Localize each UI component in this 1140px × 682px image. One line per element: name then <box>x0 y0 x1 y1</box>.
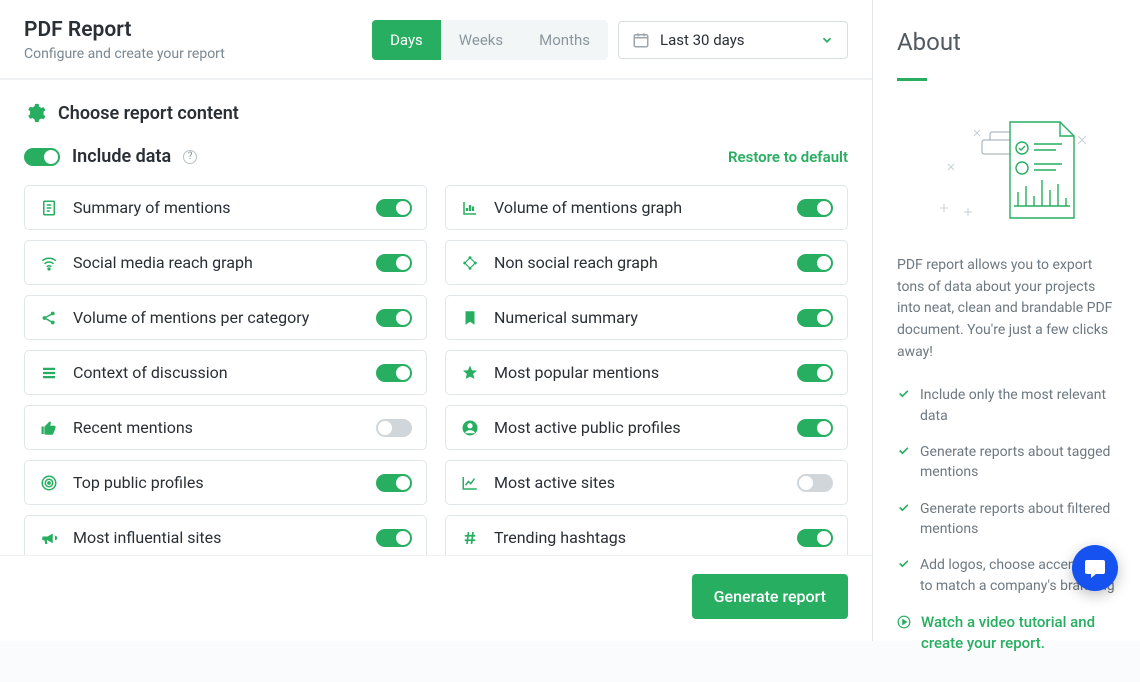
include-data-toggle[interactable] <box>24 148 60 166</box>
option-popular-toggle[interactable] <box>797 364 833 382</box>
period-months-button[interactable]: Months <box>521 20 608 60</box>
about-feature-item: Generate reports about filtered mentions <box>897 499 1116 540</box>
hash-icon <box>460 529 480 547</box>
bookmark-icon <box>460 309 480 327</box>
option-vol-graph: Volume of mentions graph <box>445 185 848 230</box>
option-social-reach-toggle[interactable] <box>376 254 412 272</box>
option-context-toggle[interactable] <box>376 364 412 382</box>
video-link-label: Watch a video tutorial and create your r… <box>921 612 1116 654</box>
line-icon <box>460 474 480 492</box>
restore-default-button[interactable]: Restore to default <box>728 148 848 166</box>
about-feature-item: Generate reports about tagged mentions <box>897 442 1116 483</box>
bar-icon <box>460 199 480 217</box>
star-icon <box>460 364 480 382</box>
date-range-label: Last 30 days <box>660 31 810 49</box>
about-underline <box>897 78 927 81</box>
check-icon <box>897 444 910 457</box>
about-description: PDF report allows you to export tons of … <box>897 255 1116 363</box>
option-context: Context of discussion <box>24 350 427 395</box>
option-active-sites-toggle[interactable] <box>797 474 833 492</box>
feature-text: Generate reports about filtered mentions <box>920 499 1116 540</box>
page-subtitle: Configure and create your report <box>24 46 225 62</box>
option-recent-toggle[interactable] <box>376 419 412 437</box>
option-numerical-toggle[interactable] <box>797 309 833 327</box>
check-icon <box>897 557 910 570</box>
play-icon <box>897 615 911 629</box>
option-vol-graph-toggle[interactable] <box>797 199 833 217</box>
watch-video-link[interactable]: Watch a video tutorial and create your r… <box>897 612 1116 654</box>
option-recent: Recent mentions <box>24 405 427 450</box>
option-label: Most influential sites <box>73 528 362 547</box>
generate-report-button[interactable]: Generate report <box>692 574 848 619</box>
option-label: Volume of mentions per category <box>73 308 362 327</box>
option-top-profiles: Top public profiles <box>24 460 427 505</box>
option-hashtags-toggle[interactable] <box>797 529 833 547</box>
option-active-profiles: Most active public profiles <box>445 405 848 450</box>
about-feature-item: Include only the most relevant data <box>897 385 1116 426</box>
help-icon[interactable]: ? <box>183 150 197 164</box>
user-icon <box>460 419 480 437</box>
check-icon <box>897 387 910 400</box>
page-title: PDF Report <box>24 18 225 43</box>
option-summary: Summary of mentions <box>24 185 427 230</box>
option-label: Volume of mentions graph <box>494 198 783 217</box>
date-range-picker[interactable]: Last 30 days <box>618 21 848 59</box>
option-label: Recent mentions <box>73 418 362 437</box>
option-vol-category-toggle[interactable] <box>376 309 412 327</box>
option-social-reach: Social media reach graph <box>24 240 427 285</box>
calendar-icon <box>632 31 650 49</box>
check-icon <box>897 501 910 514</box>
about-title: About <box>897 28 1116 56</box>
chevron-down-icon <box>820 33 834 47</box>
doc-icon <box>39 199 59 217</box>
option-label: Context of discussion <box>73 363 362 382</box>
option-label: Social media reach graph <box>73 253 362 272</box>
option-label: Trending hashtags <box>494 528 783 547</box>
feature-text: Generate reports about tagged mentions <box>920 442 1116 483</box>
option-influential-toggle[interactable] <box>376 529 412 547</box>
network-icon <box>460 254 480 272</box>
option-non-social: Non social reach graph <box>445 240 848 285</box>
include-data-label: Include data <box>72 146 171 167</box>
feature-text: Include only the most relevant data <box>920 385 1116 426</box>
option-vol-category: Volume of mentions per category <box>24 295 427 340</box>
thumb-icon <box>39 419 59 437</box>
option-label: Most popular mentions <box>494 363 783 382</box>
list-icon <box>39 364 59 382</box>
option-summary-toggle[interactable] <box>376 199 412 217</box>
option-label: Top public profiles <box>73 473 362 492</box>
option-top-profiles-toggle[interactable] <box>376 474 412 492</box>
chat-fab[interactable] <box>1072 545 1118 591</box>
period-weeks-button[interactable]: Weeks <box>441 20 521 60</box>
option-active-profiles-toggle[interactable] <box>797 419 833 437</box>
wifi-icon <box>39 254 59 272</box>
gear-icon <box>24 102 46 124</box>
main-panel: PDF Report Configure and create your rep… <box>0 0 873 641</box>
about-illustration <box>897 105 1116 235</box>
option-numerical: Numerical summary <box>445 295 848 340</box>
option-label: Summary of mentions <box>73 198 362 217</box>
period-days-button[interactable]: Days <box>372 20 441 60</box>
option-influential: Most influential sites <box>24 515 427 555</box>
option-active-sites: Most active sites <box>445 460 848 505</box>
option-label: Most active sites <box>494 473 783 492</box>
megaphone-icon <box>39 529 59 547</box>
option-label: Most active public profiles <box>494 418 783 437</box>
option-label: Numerical summary <box>494 308 783 327</box>
share-icon <box>39 309 59 327</box>
option-non-social-toggle[interactable] <box>797 254 833 272</box>
period-selector: Days Weeks Months <box>372 20 608 60</box>
section-title: Choose report content <box>58 103 239 124</box>
option-hashtags: Trending hashtags <box>445 515 848 555</box>
option-popular: Most popular mentions <box>445 350 848 395</box>
header: PDF Report Configure and create your rep… <box>0 0 872 80</box>
option-label: Non social reach graph <box>494 253 783 272</box>
target-icon <box>39 474 59 492</box>
